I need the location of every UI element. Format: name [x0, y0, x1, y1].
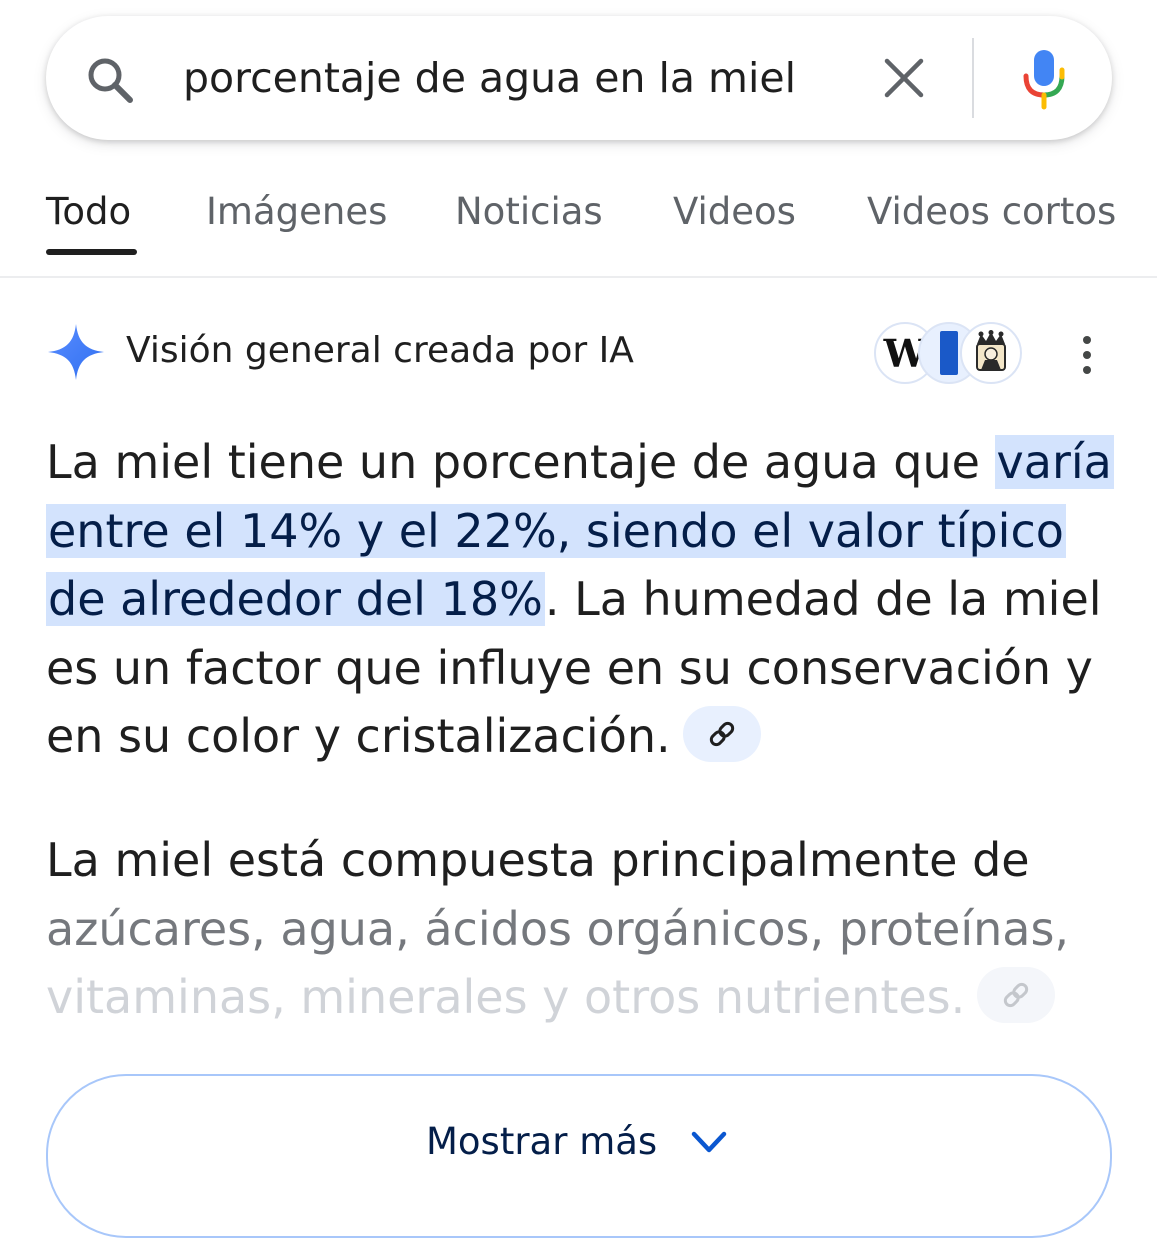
- link-icon: [709, 721, 734, 746]
- source-link-chip-faded[interactable]: [977, 966, 1056, 1023]
- tab-noticias[interactable]: Noticias: [455, 190, 603, 233]
- answer2-line-3: vitaminas, minerales y otros nutrientes.: [46, 970, 966, 1024]
- tab-imagenes[interactable]: Imágenes: [206, 190, 387, 233]
- search-bar[interactable]: porcentaje de agua en la miel: [46, 16, 1112, 140]
- answer2-line-3-wrap: vitaminas, minerales y otros nutrientes.: [46, 963, 1116, 1032]
- tab-videos[interactable]: Videos: [673, 190, 796, 233]
- search-divider: [972, 38, 974, 118]
- ai-overview-title: Visión general creada por IA: [126, 330, 634, 371]
- search-tabs: Todo Imágenes Noticias Videos Videos cor…: [0, 160, 1157, 276]
- tab-todo[interactable]: Todo: [46, 190, 131, 233]
- ai-answer-paragraph: La miel tiene un porcentaje de agua que …: [46, 428, 1116, 771]
- tab-videos-cortos[interactable]: Videos cortos: [867, 190, 1116, 233]
- answer-intro: La miel tiene un porcentaje de agua que: [46, 435, 995, 489]
- source-logos[interactable]: W: [874, 322, 1022, 384]
- source-link-chip[interactable]: [682, 705, 761, 762]
- more-vert-icon[interactable]: [1072, 334, 1102, 376]
- close-icon[interactable]: [882, 56, 926, 100]
- tabs-divider: [0, 276, 1157, 278]
- search-input[interactable]: porcentaje de agua en la miel: [183, 16, 796, 140]
- chevron-down-icon: [691, 1131, 727, 1153]
- link-icon: [1004, 982, 1029, 1007]
- answer2-line-2: azúcares, agua, ácidos orgánicos, proteí…: [46, 901, 1070, 956]
- ai-answer-paragraph-2: La miel está compuesta principalmente de…: [46, 826, 1116, 1032]
- show-more-button[interactable]: Mostrar más: [46, 1074, 1112, 1238]
- queen-logo[interactable]: [960, 322, 1022, 384]
- active-tab-indicator: [46, 249, 137, 255]
- queen-icon: [976, 330, 1006, 371]
- show-more-label: Mostrar más: [426, 1120, 658, 1163]
- answer2-line-1: La miel está compuesta principalmente de: [46, 833, 1030, 887]
- search-icon[interactable]: [84, 54, 136, 106]
- sparkle-icon: [48, 324, 104, 380]
- microphone-icon[interactable]: [1020, 48, 1068, 110]
